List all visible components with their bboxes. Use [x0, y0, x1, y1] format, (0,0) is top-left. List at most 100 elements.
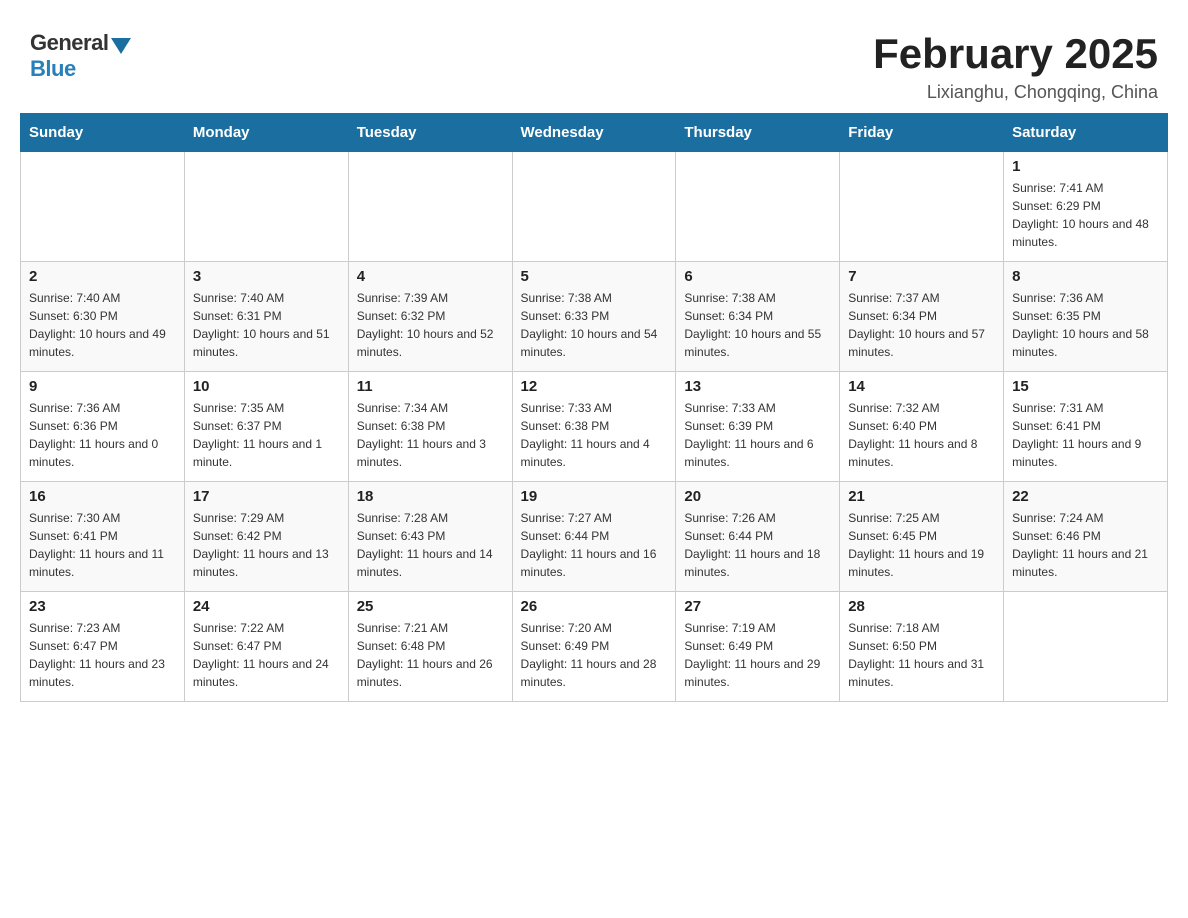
day-info: Sunrise: 7:32 AMSunset: 6:40 PMDaylight:… — [848, 399, 995, 471]
day-info: Sunrise: 7:33 AMSunset: 6:39 PMDaylight:… — [684, 399, 831, 471]
day-number: 12 — [521, 378, 668, 395]
day-info: Sunrise: 7:33 AMSunset: 6:38 PMDaylight:… — [521, 399, 668, 471]
calendar-cell: 22 Sunrise: 7:24 AMSunset: 6:46 PMDayligh… — [1004, 482, 1168, 592]
day-info: Sunrise: 7:36 AMSunset: 6:36 PMDaylight:… — [29, 399, 176, 471]
day-number: 3 — [193, 268, 340, 285]
day-info: Sunrise: 7:38 AMSunset: 6:34 PMDaylight:… — [684, 289, 831, 361]
location-subtitle: Lixianghu, Chongqing, China — [873, 82, 1158, 103]
calendar-cell — [840, 152, 1004, 262]
day-number: 1 — [1012, 158, 1159, 175]
title-block: February 2025 Lixianghu, Chongqing, Chin… — [873, 30, 1158, 103]
logo-triangle-icon — [111, 38, 131, 54]
day-info: Sunrise: 7:26 AMSunset: 6:44 PMDaylight:… — [684, 509, 831, 581]
day-number: 14 — [848, 378, 995, 395]
calendar-cell: 15 Sunrise: 7:31 AMSunset: 6:41 PMDayligh… — [1004, 372, 1168, 482]
day-info: Sunrise: 7:28 AMSunset: 6:43 PMDaylight:… — [357, 509, 504, 581]
day-info: Sunrise: 7:27 AMSunset: 6:44 PMDaylight:… — [521, 509, 668, 581]
calendar-cell: 25 Sunrise: 7:21 AMSunset: 6:48 PMDayligh… — [348, 592, 512, 702]
day-info: Sunrise: 7:21 AMSunset: 6:48 PMDaylight:… — [357, 619, 504, 691]
day-info: Sunrise: 7:25 AMSunset: 6:45 PMDaylight:… — [848, 509, 995, 581]
day-info: Sunrise: 7:37 AMSunset: 6:34 PMDaylight:… — [848, 289, 995, 361]
calendar-header-row: SundayMondayTuesdayWednesdayThursdayFrid… — [21, 114, 1168, 152]
day-number: 8 — [1012, 268, 1159, 285]
day-info: Sunrise: 7:24 AMSunset: 6:46 PMDaylight:… — [1012, 509, 1159, 581]
day-number: 13 — [684, 378, 831, 395]
calendar-cell: 9 Sunrise: 7:36 AMSunset: 6:36 PMDaylight… — [21, 372, 185, 482]
day-number: 25 — [357, 598, 504, 615]
day-number: 23 — [29, 598, 176, 615]
calendar-week-row: 9 Sunrise: 7:36 AMSunset: 6:36 PMDaylight… — [21, 372, 1168, 482]
calendar-day-header: Friday — [840, 114, 1004, 152]
calendar-cell: 23 Sunrise: 7:23 AMSunset: 6:47 PMDayligh… — [21, 592, 185, 702]
day-number: 28 — [848, 598, 995, 615]
logo: General Blue — [30, 30, 131, 82]
day-number: 10 — [193, 378, 340, 395]
day-number: 26 — [521, 598, 668, 615]
day-info: Sunrise: 7:19 AMSunset: 6:49 PMDaylight:… — [684, 619, 831, 691]
calendar-cell: 27 Sunrise: 7:19 AMSunset: 6:49 PMDayligh… — [676, 592, 840, 702]
calendar-week-row: 1 Sunrise: 7:41 AMSunset: 6:29 PMDaylight… — [21, 152, 1168, 262]
logo-general-text: General — [30, 30, 108, 56]
calendar-week-row: 16 Sunrise: 7:30 AMSunset: 6:41 PMDayligh… — [21, 482, 1168, 592]
calendar-cell: 24 Sunrise: 7:22 AMSunset: 6:47 PMDayligh… — [184, 592, 348, 702]
calendar-cell — [1004, 592, 1168, 702]
calendar-cell: 12 Sunrise: 7:33 AMSunset: 6:38 PMDayligh… — [512, 372, 676, 482]
calendar-cell — [184, 152, 348, 262]
calendar-cell: 17 Sunrise: 7:29 AMSunset: 6:42 PMDayligh… — [184, 482, 348, 592]
day-number: 11 — [357, 378, 504, 395]
day-info: Sunrise: 7:39 AMSunset: 6:32 PMDaylight:… — [357, 289, 504, 361]
day-number: 5 — [521, 268, 668, 285]
calendar-day-header: Saturday — [1004, 114, 1168, 152]
day-number: 27 — [684, 598, 831, 615]
day-info: Sunrise: 7:30 AMSunset: 6:41 PMDaylight:… — [29, 509, 176, 581]
calendar-cell: 5Sunrise: 7:38 AMSunset: 6:33 PMDaylight… — [512, 262, 676, 372]
calendar-day-header: Sunday — [21, 114, 185, 152]
day-info: Sunrise: 7:22 AMSunset: 6:47 PMDaylight:… — [193, 619, 340, 691]
calendar-cell: 26 Sunrise: 7:20 AMSunset: 6:49 PMDayligh… — [512, 592, 676, 702]
day-number: 2 — [29, 268, 176, 285]
day-info: Sunrise: 7:29 AMSunset: 6:42 PMDaylight:… — [193, 509, 340, 581]
calendar-cell — [21, 152, 185, 262]
calendar-cell: 18 Sunrise: 7:28 AMSunset: 6:43 PMDayligh… — [348, 482, 512, 592]
calendar-cell — [348, 152, 512, 262]
day-number: 17 — [193, 488, 340, 505]
calendar-cell: 19 Sunrise: 7:27 AMSunset: 6:44 PMDayligh… — [512, 482, 676, 592]
calendar-cell: 28Sunrise: 7:18 AMSunset: 6:50 PMDayligh… — [840, 592, 1004, 702]
day-info: Sunrise: 7:31 AMSunset: 6:41 PMDaylight:… — [1012, 399, 1159, 471]
day-info: Sunrise: 7:23 AMSunset: 6:47 PMDaylight:… — [29, 619, 176, 691]
calendar-week-row: 23 Sunrise: 7:23 AMSunset: 6:47 PMDayligh… — [21, 592, 1168, 702]
day-number: 7 — [848, 268, 995, 285]
day-number: 19 — [521, 488, 668, 505]
calendar-cell: 2 Sunrise: 7:40 AMSunset: 6:30 PMDaylight… — [21, 262, 185, 372]
logo-blue-text: Blue — [30, 56, 76, 82]
calendar-day-header: Monday — [184, 114, 348, 152]
calendar-week-row: 2 Sunrise: 7:40 AMSunset: 6:30 PMDaylight… — [21, 262, 1168, 372]
day-number: 18 — [357, 488, 504, 505]
day-info: Sunrise: 7:35 AMSunset: 6:37 PMDaylight:… — [193, 399, 340, 471]
calendar-cell: 16 Sunrise: 7:30 AMSunset: 6:41 PMDayligh… — [21, 482, 185, 592]
calendar-cell: 21Sunrise: 7:25 AMSunset: 6:45 PMDayligh… — [840, 482, 1004, 592]
day-info: Sunrise: 7:20 AMSunset: 6:49 PMDaylight:… — [521, 619, 668, 691]
calendar-cell: 10 Sunrise: 7:35 AMSunset: 6:37 PMDayligh… — [184, 372, 348, 482]
day-number: 6 — [684, 268, 831, 285]
month-title: February 2025 — [873, 30, 1158, 78]
day-info: Sunrise: 7:41 AMSunset: 6:29 PMDaylight:… — [1012, 179, 1159, 251]
calendar-cell: 13 Sunrise: 7:33 AMSunset: 6:39 PMDayligh… — [676, 372, 840, 482]
day-number: 20 — [684, 488, 831, 505]
calendar-cell: 6 Sunrise: 7:38 AMSunset: 6:34 PMDaylight… — [676, 262, 840, 372]
day-number: 15 — [1012, 378, 1159, 395]
calendar-cell: 1 Sunrise: 7:41 AMSunset: 6:29 PMDaylight… — [1004, 152, 1168, 262]
day-info: Sunrise: 7:40 AMSunset: 6:31 PMDaylight:… — [193, 289, 340, 361]
calendar-day-header: Thursday — [676, 114, 840, 152]
day-number: 9 — [29, 378, 176, 395]
day-info: Sunrise: 7:34 AMSunset: 6:38 PMDaylight:… — [357, 399, 504, 471]
day-info: Sunrise: 7:40 AMSunset: 6:30 PMDaylight:… — [29, 289, 176, 361]
calendar-cell: 3 Sunrise: 7:40 AMSunset: 6:31 PMDaylight… — [184, 262, 348, 372]
day-number: 16 — [29, 488, 176, 505]
day-number: 24 — [193, 598, 340, 615]
day-number: 22 — [1012, 488, 1159, 505]
calendar-cell: 7 Sunrise: 7:37 AMSunset: 6:34 PMDaylight… — [840, 262, 1004, 372]
calendar-day-header: Tuesday — [348, 114, 512, 152]
calendar-cell: 4Sunrise: 7:39 AMSunset: 6:32 PMDaylight… — [348, 262, 512, 372]
page-header: General Blue February 2025 Lixianghu, Ch… — [20, 20, 1168, 103]
